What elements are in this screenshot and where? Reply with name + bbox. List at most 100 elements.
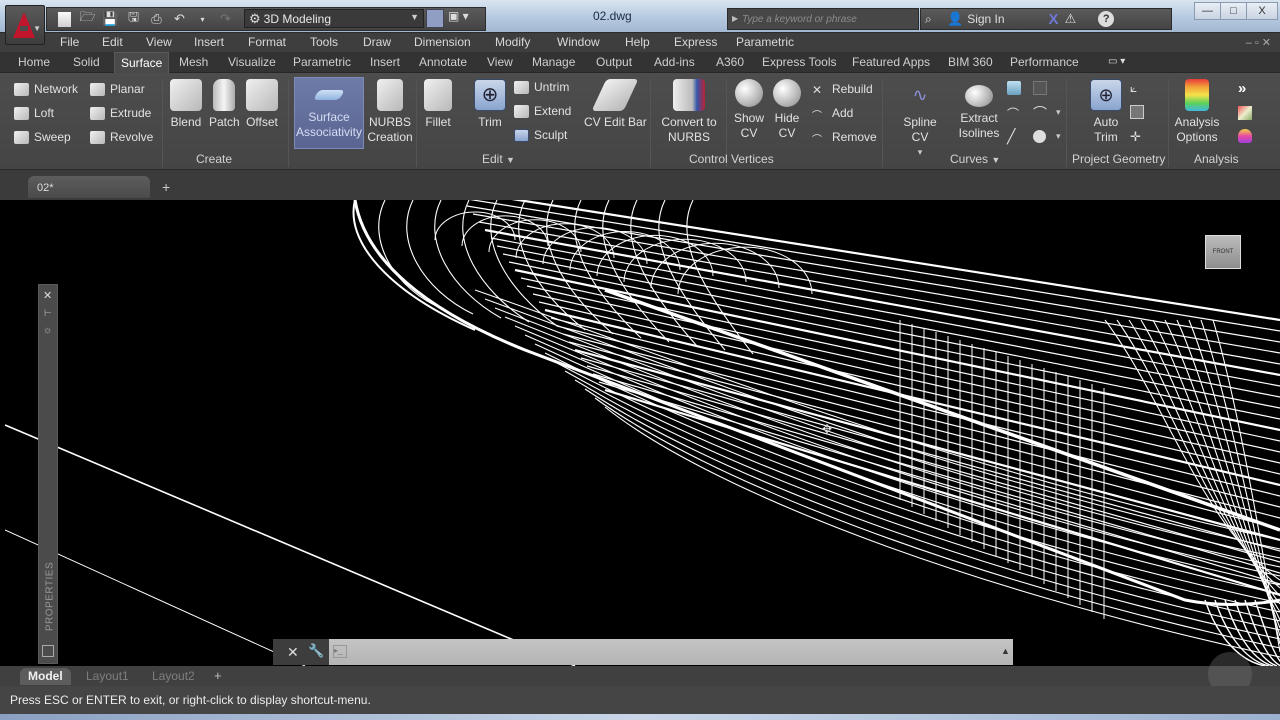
surface-associativity-button[interactable]: Surface Associativity: [294, 77, 364, 149]
tab-output[interactable]: Output: [596, 55, 632, 69]
new-tab-button[interactable]: +: [162, 179, 170, 195]
untrim-button[interactable]: Untrim: [514, 77, 569, 97]
offset-button[interactable]: Offset: [246, 79, 278, 130]
spline-cv-button[interactable]: ∿ Spline CV ▾: [894, 79, 946, 160]
tab-visualize[interactable]: Visualize: [228, 55, 276, 69]
sign-in-button[interactable]: Sign In: [967, 12, 1004, 26]
menu-tools[interactable]: Tools: [310, 35, 338, 49]
show-cv-button[interactable]: Show CV: [734, 79, 764, 141]
circle-icon[interactable]: [1033, 130, 1046, 143]
menu-view[interactable]: View: [146, 35, 172, 49]
stay-connected-icon[interactable]: ⚠: [1065, 11, 1077, 27]
tab-model[interactable]: Model: [20, 668, 71, 685]
tab-layout1[interactable]: Layout1: [78, 668, 137, 685]
tab-a360[interactable]: A360: [716, 55, 744, 69]
help-icon[interactable]: ?: [1098, 11, 1115, 27]
sculpt-button[interactable]: Sculpt: [514, 125, 567, 145]
patch-button[interactable]: Patch: [209, 79, 240, 130]
trim-button[interactable]: ⊕ Trim: [474, 79, 506, 130]
tab-mesh[interactable]: Mesh: [179, 55, 208, 69]
tab-express-tools[interactable]: Express Tools: [762, 55, 836, 69]
redo-icon[interactable]: ↷: [216, 11, 235, 28]
tab-layout2[interactable]: Layout2: [144, 668, 203, 685]
tab-add-ins[interactable]: Add-ins: [654, 55, 695, 69]
minimize-button[interactable]: —: [1194, 2, 1221, 20]
chevron-down-icon[interactable]: ▾: [1056, 107, 1061, 118]
blend-button[interactable]: Blend: [170, 79, 202, 130]
project-view-icon[interactable]: [1130, 105, 1144, 119]
revolve-button[interactable]: Revolve: [90, 127, 153, 147]
remove-cv-button[interactable]: ⌒ Remove: [812, 127, 877, 147]
open-folder-icon[interactable]: 🗁: [78, 9, 97, 28]
settings-icon[interactable]: ☼: [43, 325, 52, 336]
file-tab[interactable]: 02*: [28, 176, 150, 198]
edit-panel-title[interactable]: Edit ▼: [482, 152, 515, 166]
menu-dimension[interactable]: Dimension: [414, 35, 471, 49]
loft-button[interactable]: Loft: [14, 103, 54, 123]
search-input[interactable]: ▶ Type a keyword or phrase: [727, 8, 919, 30]
menu-draw[interactable]: Draw: [363, 35, 391, 49]
tab-bim360[interactable]: BIM 360: [948, 55, 993, 69]
fillet-button[interactable]: Fillet: [424, 79, 452, 130]
menu-modify[interactable]: Modify: [495, 35, 530, 49]
cv-edit-bar-button[interactable]: CV Edit Bar: [584, 79, 647, 130]
tab-performance[interactable]: Performance: [1010, 55, 1079, 69]
menu-edit[interactable]: Edit: [102, 35, 123, 49]
properties-palette[interactable]: ✕ ⊢ ☼ PROPERTIES: [38, 284, 58, 664]
menu-help[interactable]: Help: [625, 35, 650, 49]
tab-manage[interactable]: Manage: [532, 55, 575, 69]
close-icon[interactable]: ✕: [43, 289, 52, 302]
ribbon-minimize-button[interactable]: ▭ ▾: [1108, 56, 1130, 68]
workspace-dropdown[interactable]: ⚙ 3D Modeling ▼: [244, 9, 424, 28]
tab-featured-apps[interactable]: Featured Apps: [852, 55, 930, 69]
save-as-icon[interactable]: 🖫: [124, 9, 143, 28]
menu-insert[interactable]: Insert: [194, 35, 224, 49]
tab-insert[interactable]: Insert: [370, 55, 400, 69]
close-button[interactable]: X: [1246, 2, 1278, 20]
document-window-controls[interactable]: –▫✕: [1246, 36, 1274, 49]
command-history-button[interactable]: ▲: [1001, 646, 1010, 656]
chevron-down-icon[interactable]: ▾: [1056, 131, 1061, 142]
analysis-options-button[interactable]: Analysis Options: [1174, 79, 1220, 145]
nurbs-creation-button[interactable]: NURBS Creation: [367, 79, 413, 145]
hide-cv-button[interactable]: Hide CV: [772, 79, 802, 141]
menu-express[interactable]: Express: [674, 35, 717, 49]
rebuild-button[interactable]: ✕ Rebuild: [812, 79, 873, 99]
tab-annotate[interactable]: Annotate: [419, 55, 467, 69]
maximize-button[interactable]: □: [1220, 2, 1247, 20]
network-button[interactable]: Network: [14, 79, 78, 99]
workspace-switch-button[interactable]: [426, 9, 444, 28]
tab-parametric[interactable]: Parametric: [293, 55, 351, 69]
exchange-apps-icon[interactable]: X: [1049, 11, 1059, 28]
command-input[interactable]: [329, 639, 1013, 665]
extrude-button[interactable]: Extrude: [90, 103, 151, 123]
tab-surface[interactable]: Surface: [114, 52, 170, 73]
curves-panel-title[interactable]: Curves ▼: [950, 152, 1000, 166]
planar-button[interactable]: Planar: [90, 79, 145, 99]
extract-isolines-button[interactable]: Extract Isolines: [958, 79, 1000, 141]
new-file-icon[interactable]: [58, 11, 71, 27]
viewcube[interactable]: FRONT: [1205, 235, 1241, 269]
sweep-button[interactable]: Sweep: [14, 127, 71, 147]
undo-dropdown-icon[interactable]: ▾: [193, 11, 212, 28]
add-cv-button[interactable]: ⌒ Add: [812, 103, 853, 123]
curve-tool-icon[interactable]: [1033, 81, 1047, 95]
undo-icon[interactable]: ↶: [170, 11, 189, 28]
polyline-icon[interactable]: ⌒: [1007, 105, 1019, 122]
auto-trim-button[interactable]: ⊕ Auto Trim: [1088, 79, 1124, 145]
curvature-analysis-icon[interactable]: [1238, 106, 1252, 120]
menu-window[interactable]: Window: [557, 35, 600, 49]
save-icon[interactable]: 💾: [101, 11, 120, 28]
drawing-viewport[interactable]: FRONT ✥: [5, 200, 1280, 666]
share-drawing-button[interactable]: ▣ ▾: [448, 9, 484, 28]
tab-home[interactable]: Home: [18, 55, 50, 69]
application-menu-button[interactable]: ▼: [5, 5, 45, 45]
add-layout-button[interactable]: +: [214, 668, 222, 683]
binoculars-icon[interactable]: ⌕: [925, 12, 941, 27]
wrench-icon[interactable]: 🔧: [308, 643, 324, 659]
curve-tool-icon[interactable]: [1007, 81, 1021, 95]
project-ucs-icon[interactable]: ⟀: [1130, 81, 1137, 96]
menu-file[interactable]: File: [60, 35, 79, 49]
auto-hide-icon[interactable]: ⊢: [44, 308, 52, 319]
extend-button[interactable]: Extend: [514, 101, 571, 121]
